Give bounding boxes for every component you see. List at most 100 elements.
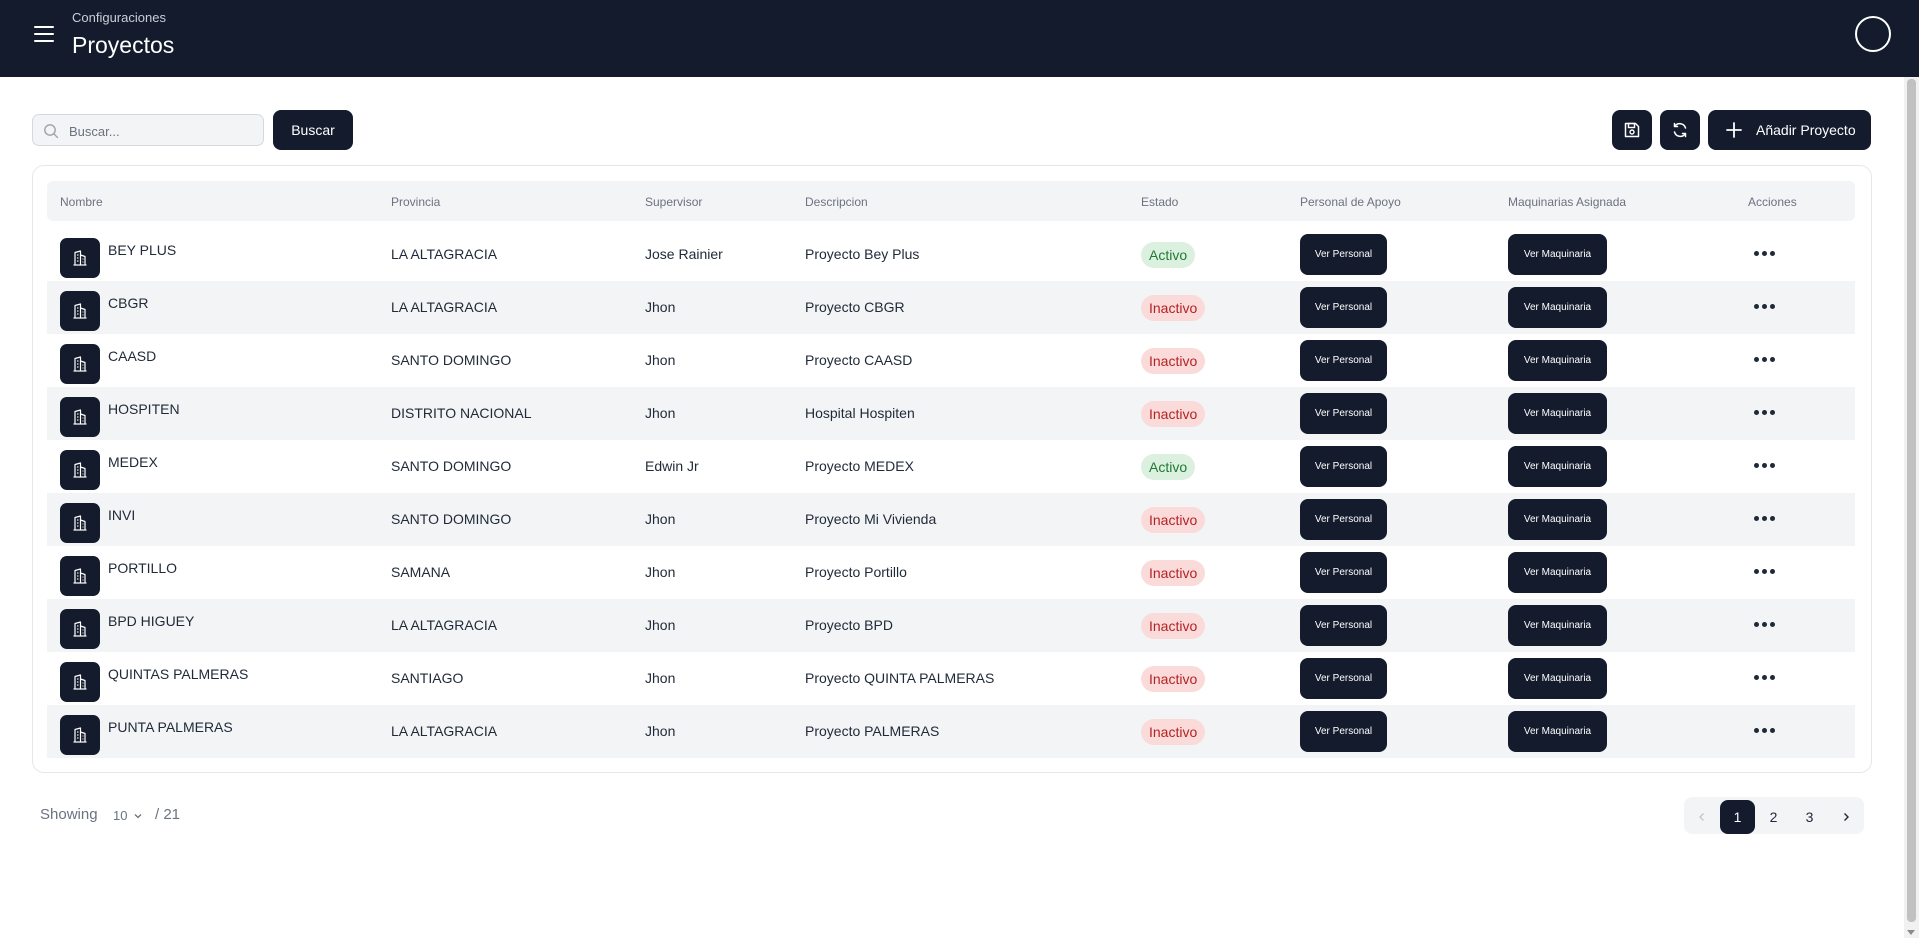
ver-maquinaria-button[interactable]: Ver Maquinaria xyxy=(1508,658,1607,699)
row-actions-more-icon[interactable] xyxy=(1754,670,1778,684)
ver-personal-button[interactable]: Ver Personal xyxy=(1300,499,1387,540)
ver-maquinaria-button[interactable]: Ver Maquinaria xyxy=(1508,552,1607,593)
project-descripcion: Proyecto QUINTA PALMERAS xyxy=(805,670,995,686)
project-name: PUNTA PALMERAS xyxy=(108,719,233,735)
refresh-button[interactable] xyxy=(1660,110,1700,150)
project-provincia: SAMANA xyxy=(391,564,451,580)
search-input[interactable] xyxy=(69,121,255,141)
page-title: Proyectos xyxy=(72,32,175,58)
table-row[interactable]: BEY PLUS LA ALTAGRACIA Jose Rainier Proyect… xyxy=(47,228,1855,281)
breadcrumb: Configuraciones xyxy=(72,10,166,25)
user-avatar-icon[interactable] xyxy=(1855,16,1891,52)
ver-personal-button[interactable]: Ver Personal xyxy=(1300,711,1387,752)
vertical-scrollbar[interactable] xyxy=(1904,77,1919,938)
project-supervisor: Jhon xyxy=(645,723,676,739)
project-building-icon xyxy=(60,556,100,596)
page-size-select[interactable]: 10 xyxy=(113,808,143,823)
row-actions-more-icon[interactable] xyxy=(1754,246,1778,260)
project-name: BPD HIGUEY xyxy=(108,613,195,629)
project-descripcion: Hospital Hospiten xyxy=(805,405,915,421)
project-provincia: LA ALTAGRACIA xyxy=(391,617,498,633)
project-name: HOSPITEN xyxy=(108,401,180,417)
project-supervisor: Edwin Jr xyxy=(645,458,699,474)
status-badge: Inactivo xyxy=(1141,401,1206,427)
project-descripcion: Proyecto CBGR xyxy=(805,299,905,315)
project-name: BEY PLUS xyxy=(108,242,177,258)
building-icon xyxy=(73,356,87,372)
column-header-acciones: Acciones xyxy=(1748,195,1797,209)
status-badge: Inactivo xyxy=(1141,560,1206,586)
column-header-nombre: Nombre xyxy=(60,195,103,209)
building-icon xyxy=(73,674,87,690)
project-building-icon xyxy=(60,291,100,331)
scroll-down-arrow-icon[interactable] xyxy=(1907,930,1915,935)
page-button-1[interactable]: 1 xyxy=(1720,800,1755,834)
ver-maquinaria-button[interactable]: Ver Maquinaria xyxy=(1508,393,1607,434)
prev-page-button[interactable] xyxy=(1684,800,1719,834)
search-button[interactable]: Buscar xyxy=(273,110,353,150)
status-badge: Inactivo xyxy=(1141,719,1206,745)
page-button-2[interactable]: 2 xyxy=(1756,800,1791,834)
scrollbar-thumb[interactable] xyxy=(1907,79,1916,922)
project-building-icon xyxy=(60,715,100,755)
table-row[interactable]: MEDEX SANTO DOMINGO Edwin Jr Proyecto MEDEX… xyxy=(47,440,1855,493)
table-row[interactable]: CAASD SANTO DOMINGO Jhon Proyecto CAASD Inac… xyxy=(47,334,1855,387)
building-icon xyxy=(73,250,87,266)
project-supervisor: Jhon xyxy=(645,670,676,686)
project-provincia: SANTO DOMINGO xyxy=(391,511,512,527)
column-header-supervisor: Supervisor xyxy=(645,195,703,209)
ver-personal-button[interactable]: Ver Personal xyxy=(1300,234,1387,275)
ver-personal-button[interactable]: Ver Personal xyxy=(1300,552,1387,593)
row-actions-more-icon[interactable] xyxy=(1754,458,1778,472)
project-building-icon xyxy=(60,344,100,384)
ver-maquinaria-button[interactable]: Ver Maquinaria xyxy=(1508,340,1607,381)
project-supervisor: Jhon xyxy=(645,564,676,580)
table-row[interactable]: QUINTAS PALMERAS SANTIAGO Jhon Proyecto QUI… xyxy=(47,652,1855,705)
table-row[interactable]: CBGR LA ALTAGRACIA Jhon Proyecto CBGR Inacti… xyxy=(47,281,1855,334)
project-provincia: LA ALTAGRACIA xyxy=(391,299,498,315)
ver-maquinaria-button[interactable]: Ver Maquinaria xyxy=(1508,711,1607,752)
ver-maquinaria-button[interactable]: Ver Maquinaria xyxy=(1508,605,1607,646)
ver-personal-button[interactable]: Ver Personal xyxy=(1300,393,1387,434)
ver-personal-button[interactable]: Ver Personal xyxy=(1300,446,1387,487)
status-badge: Inactivo xyxy=(1141,507,1206,533)
row-actions-more-icon[interactable] xyxy=(1754,405,1778,419)
add-project-button[interactable]: Añadir Proyecto xyxy=(1708,110,1871,150)
next-page-button[interactable] xyxy=(1828,800,1863,834)
top-bar: Configuraciones Proyectos xyxy=(0,0,1919,77)
building-icon xyxy=(73,409,87,425)
project-supervisor: Jose Rainier xyxy=(645,246,723,262)
add-project-label: Añadir Proyecto xyxy=(1756,122,1856,138)
project-name: QUINTAS PALMERAS xyxy=(108,666,249,682)
ver-personal-button[interactable]: Ver Personal xyxy=(1300,340,1387,381)
table-row[interactable]: BPD HIGUEY LA ALTAGRACIA Jhon Proyecto BPD I… xyxy=(47,599,1855,652)
ver-personal-button[interactable]: Ver Personal xyxy=(1300,605,1387,646)
status-badge: Inactivo xyxy=(1141,295,1206,321)
row-actions-more-icon[interactable] xyxy=(1754,299,1778,313)
total-count: / 21 xyxy=(155,806,181,823)
save-button[interactable] xyxy=(1612,110,1652,150)
column-header-personal: Personal de Apoyo xyxy=(1300,195,1401,209)
project-supervisor: Jhon xyxy=(645,511,676,527)
table-row[interactable]: PORTILLO SAMANA Jhon Proyecto Portillo Inact… xyxy=(47,546,1855,599)
row-actions-more-icon[interactable] xyxy=(1754,352,1778,366)
hamburger-menu-icon[interactable] xyxy=(34,26,54,42)
ver-maquinaria-button[interactable]: Ver Maquinaria xyxy=(1508,234,1607,275)
row-actions-more-icon[interactable] xyxy=(1754,723,1778,737)
ver-maquinaria-button[interactable]: Ver Maquinaria xyxy=(1508,287,1607,328)
ver-personal-button[interactable]: Ver Personal xyxy=(1300,658,1387,699)
row-actions-more-icon[interactable] xyxy=(1754,511,1778,525)
project-descripcion: Proyecto MEDEX xyxy=(805,458,914,474)
table-row[interactable]: INVI SANTO DOMINGO Jhon Proyecto Mi Viviend… xyxy=(47,493,1855,546)
row-actions-more-icon[interactable] xyxy=(1754,617,1778,631)
status-badge: Activo xyxy=(1141,242,1196,268)
row-actions-more-icon[interactable] xyxy=(1754,564,1778,578)
page-button-3[interactable]: 3 xyxy=(1792,800,1827,834)
ver-maquinaria-button[interactable]: Ver Maquinaria xyxy=(1508,446,1607,487)
ver-maquinaria-button[interactable]: Ver Maquinaria xyxy=(1508,499,1607,540)
table-row[interactable]: PUNTA PALMERAS LA ALTAGRACIA Jhon Proyecto … xyxy=(47,705,1855,758)
table-row[interactable]: HOSPITEN DISTRITO NACIONAL Jhon Hospital Ho… xyxy=(47,387,1855,440)
search-field xyxy=(32,114,264,146)
building-icon xyxy=(73,727,87,743)
ver-personal-button[interactable]: Ver Personal xyxy=(1300,287,1387,328)
